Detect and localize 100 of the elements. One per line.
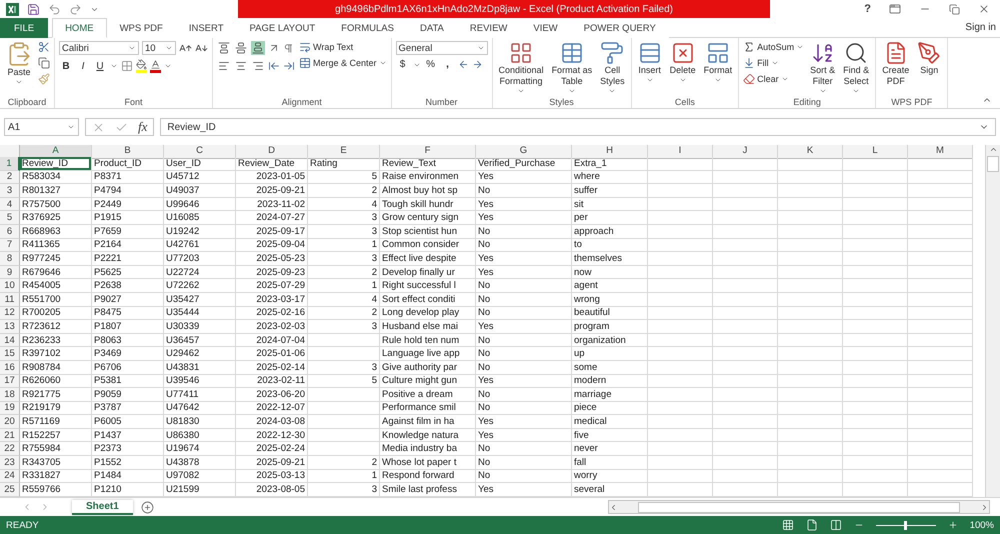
vertical-scrollbar[interactable] bbox=[985, 145, 1000, 497]
column-header[interactable]: E bbox=[308, 145, 380, 159]
row-header[interactable]: 4 bbox=[0, 198, 20, 212]
row-header[interactable]: 24 bbox=[0, 470, 20, 484]
row-header[interactable]: 1 bbox=[0, 157, 20, 171]
conditional-formatting-button[interactable]: Conditional Formatting bbox=[496, 41, 546, 95]
row-header[interactable]: 11 bbox=[0, 292, 20, 307]
column-header[interactable]: I bbox=[648, 145, 713, 159]
row-header[interactable]: 25 bbox=[0, 483, 20, 497]
insert-button[interactable]: Insert bbox=[636, 41, 664, 84]
increase-indent-icon[interactable] bbox=[283, 60, 295, 72]
currency-button[interactable]: $ bbox=[396, 59, 410, 70]
column-header[interactable]: J bbox=[713, 145, 778, 159]
column-header[interactable]: F bbox=[380, 145, 476, 159]
column-header[interactable]: B bbox=[92, 145, 164, 159]
save-icon[interactable] bbox=[27, 2, 40, 16]
horizontal-scrollbar[interactable] bbox=[608, 500, 990, 514]
sign-button[interactable]: Sign bbox=[915, 41, 944, 76]
align-top-button[interactable] bbox=[217, 41, 231, 55]
font-size-field[interactable]: 10 bbox=[142, 41, 176, 55]
ribbon-display-icon[interactable] bbox=[889, 3, 901, 15]
row-header[interactable]: 7 bbox=[0, 238, 20, 252]
delete-button[interactable]: Delete bbox=[668, 41, 698, 84]
text-direction-icon[interactable] bbox=[283, 42, 294, 54]
decrease-indent-icon[interactable] bbox=[268, 60, 280, 72]
row-header[interactable]: 15 bbox=[0, 347, 20, 361]
paste-button[interactable]: Paste bbox=[4, 41, 34, 86]
italic-button[interactable]: I bbox=[76, 60, 90, 72]
row-header[interactable]: 19 bbox=[0, 402, 20, 416]
zoom-thumb[interactable] bbox=[904, 520, 908, 530]
help-button[interactable]: ? bbox=[864, 3, 871, 15]
row-header[interactable]: 18 bbox=[0, 388, 20, 402]
zoom-in-icon[interactable] bbox=[948, 520, 958, 530]
add-sheet-icon[interactable] bbox=[140, 500, 154, 514]
underline-button[interactable]: U bbox=[93, 60, 107, 72]
caret-icon[interactable] bbox=[110, 62, 118, 70]
row-header[interactable]: 16 bbox=[0, 360, 20, 374]
align-middle-button[interactable] bbox=[234, 41, 248, 55]
sign-in-link[interactable]: Sign in bbox=[965, 22, 1000, 33]
row-header[interactable]: 14 bbox=[0, 334, 20, 348]
fill-button[interactable]: Fill bbox=[743, 57, 804, 69]
comma-button[interactable]: , bbox=[440, 59, 455, 70]
row-header[interactable]: 3 bbox=[0, 184, 20, 198]
orientation-icon[interactable] bbox=[268, 42, 280, 54]
row-header[interactable]: 2 bbox=[0, 170, 20, 184]
page-layout-icon[interactable] bbox=[806, 519, 818, 531]
format-as-table-button[interactable]: Format as Table bbox=[550, 41, 594, 95]
column-header[interactable]: C bbox=[164, 145, 236, 159]
clear-button[interactable]: Clear bbox=[743, 73, 804, 85]
cell-styles-button[interactable]: Cell Styles bbox=[598, 41, 627, 95]
autosum-button[interactable]: AutoSum bbox=[743, 41, 804, 53]
name-box[interactable]: A1 bbox=[4, 118, 79, 136]
cut-icon[interactable] bbox=[38, 41, 50, 53]
row-header[interactable]: 17 bbox=[0, 374, 20, 388]
column-header[interactable]: K bbox=[778, 145, 843, 159]
number-format-field[interactable]: General bbox=[396, 41, 488, 55]
caret-icon[interactable] bbox=[164, 62, 172, 70]
copy-icon[interactable] bbox=[38, 57, 50, 69]
align-center-button[interactable] bbox=[234, 59, 248, 73]
find-select-button[interactable]: Find & Select bbox=[841, 41, 872, 95]
column-header[interactable]: G bbox=[476, 145, 572, 159]
row-header[interactable]: 22 bbox=[0, 442, 20, 456]
align-right-button[interactable] bbox=[251, 59, 265, 73]
undo-icon[interactable] bbox=[48, 2, 61, 16]
column-header[interactable]: H bbox=[572, 145, 648, 159]
increase-decimal-icon[interactable] bbox=[458, 59, 469, 70]
bold-button[interactable]: B bbox=[59, 60, 73, 72]
percent-button[interactable]: % bbox=[424, 59, 438, 70]
font-color-icon[interactable] bbox=[150, 59, 161, 73]
decrease-decimal-icon[interactable] bbox=[472, 59, 483, 70]
close-icon[interactable] bbox=[978, 3, 990, 15]
page-break-icon[interactable] bbox=[830, 519, 842, 531]
row-header[interactable]: 23 bbox=[0, 456, 20, 470]
file-tab[interactable]: FILE bbox=[0, 18, 48, 38]
row-header[interactable]: 21 bbox=[0, 428, 20, 442]
sheet-tab[interactable]: Sheet1 bbox=[72, 500, 133, 514]
row-header[interactable]: 5 bbox=[0, 211, 20, 225]
merge-center-button[interactable]: Merge & Center bbox=[299, 57, 387, 69]
column-header[interactable]: D bbox=[236, 145, 308, 159]
scroll-thumb[interactable] bbox=[638, 502, 960, 512]
font-name-field[interactable]: Calibri bbox=[59, 41, 139, 55]
create-pdf-button[interactable]: Create PDF bbox=[880, 41, 912, 87]
column-header[interactable]: L bbox=[843, 145, 908, 159]
normal-view-icon[interactable] bbox=[782, 519, 794, 531]
align-bottom-button[interactable] bbox=[251, 41, 265, 55]
row-header[interactable]: 20 bbox=[0, 415, 20, 429]
insert-function-button[interactable]: fx bbox=[138, 119, 148, 135]
format-button[interactable]: Format bbox=[702, 41, 734, 84]
row-header[interactable]: 12 bbox=[0, 306, 20, 320]
row-header[interactable]: 10 bbox=[0, 279, 20, 293]
row-header[interactable]: 13 bbox=[0, 320, 20, 334]
ribbon-tab[interactable]: HOME bbox=[52, 18, 107, 38]
column-header[interactable]: M bbox=[908, 145, 973, 159]
wrap-text-button[interactable]: Wrap Text bbox=[299, 41, 387, 53]
row-header[interactable]: 8 bbox=[0, 252, 20, 266]
row-header[interactable]: 6 bbox=[0, 224, 20, 239]
row-header[interactable]: 9 bbox=[0, 266, 20, 280]
formula-field[interactable]: Review_ID bbox=[160, 118, 996, 136]
restore-icon[interactable] bbox=[949, 4, 960, 14]
sort-filter-button[interactable]: Sort & Filter bbox=[808, 41, 838, 95]
